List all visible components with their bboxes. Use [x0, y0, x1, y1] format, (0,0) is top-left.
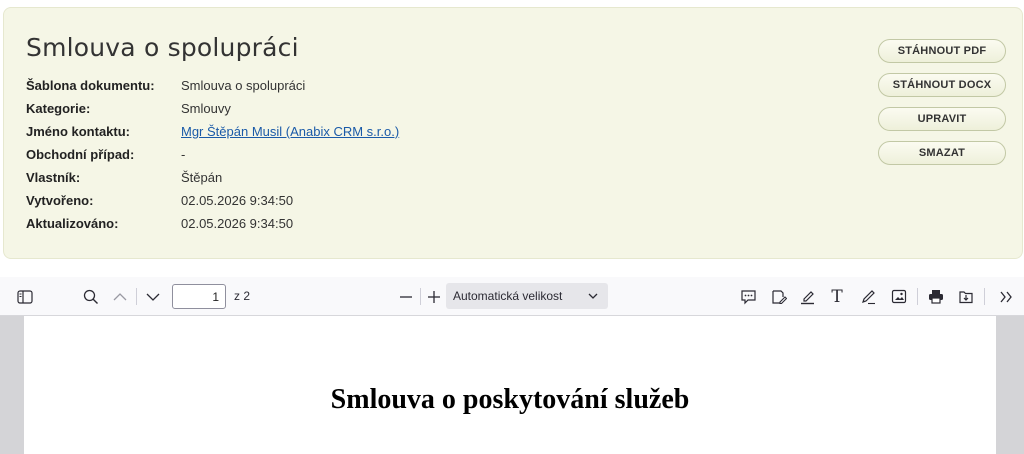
pdf-toolbar: z 2 Automatická velikost T	[0, 277, 1024, 316]
meta-label-owner: Vlastník:	[26, 170, 81, 185]
pdf-viewer: z 2 Automatická velikost T	[0, 277, 1024, 454]
meta-value-created: 02.05.2026 9:34:50	[181, 193, 294, 208]
meta-label-deal: Obchodní případ:	[26, 147, 135, 162]
toolbar-separator	[420, 288, 421, 305]
zoom-select-value: Automatická velikost	[453, 289, 563, 303]
search-icon[interactable]	[79, 277, 103, 316]
zoom-in-icon[interactable]	[424, 277, 444, 316]
signature-icon[interactable]	[767, 277, 789, 316]
toolbar-separator	[136, 288, 137, 305]
edit-button[interactable]: UPRAVIT	[878, 107, 1006, 131]
download-pdf-button[interactable]: STÁHNOUT PDF	[878, 39, 1006, 63]
toolbar-separator	[917, 288, 918, 305]
meta-value-template: Smlouva o spolupráci	[181, 78, 306, 93]
contact-link[interactable]: Mgr Štěpán Musil (Anabix CRM s.r.o.)	[181, 124, 399, 139]
chevron-down-icon[interactable]	[141, 277, 165, 316]
chevron-down-icon	[588, 283, 598, 309]
page-title: Smlouva o spolupráci	[26, 33, 299, 62]
meta-label-template: Šablona dokumentu:	[26, 78, 155, 93]
sidebar-toggle-icon[interactable]	[12, 277, 38, 316]
meta-label-contact: Jméno kontaktu:	[26, 124, 131, 139]
highlight-icon[interactable]	[796, 277, 818, 316]
save-icon[interactable]	[955, 277, 977, 316]
meta-label-created: Vytvořeno:	[26, 193, 94, 208]
comment-icon[interactable]	[737, 277, 759, 316]
draw-icon[interactable]	[857, 277, 879, 316]
delete-button[interactable]: SMAZAT	[878, 141, 1006, 165]
more-tools-icon[interactable]	[994, 277, 1018, 316]
document-actions: STÁHNOUT PDF STÁHNOUT DOCX UPRAVIT SMAZA…	[878, 39, 1006, 175]
document-detail-panel: Smlouva o spolupráci Šablona dokumentu: …	[3, 7, 1023, 259]
meta-value-category: Smlouvy	[181, 101, 231, 116]
meta-row-contact: Jméno kontaktu: Mgr Štěpán Musil (Anabix…	[26, 120, 546, 143]
toolbar-separator	[984, 288, 985, 305]
meta-row-owner: Vlastník: Štěpán	[26, 166, 546, 189]
page-number-input[interactable]	[172, 284, 226, 309]
zoom-select[interactable]: Automatická velikost	[446, 283, 608, 309]
meta-label-category: Kategorie:	[26, 101, 91, 116]
image-icon[interactable]	[888, 277, 910, 316]
page-total: z 2	[234, 289, 251, 303]
meta-row-updated: Aktualizováno: 02.05.2026 9:34:50	[26, 212, 546, 235]
pdf-page: Smlouva o poskytování služeb	[24, 316, 996, 454]
zoom-out-icon[interactable]	[394, 277, 418, 316]
print-icon[interactable]	[925, 277, 947, 316]
text-icon[interactable]: T	[826, 277, 848, 316]
chevron-up-icon[interactable]	[108, 277, 132, 316]
download-docx-button[interactable]: STÁHNOUT DOCX	[878, 73, 1006, 97]
meta-value-updated: 02.05.2026 9:34:50	[181, 216, 294, 231]
meta-row-created: Vytvořeno: 02.05.2026 9:34:50	[26, 189, 546, 212]
document-meta: Šablona dokumentu: Smlouva o spolupráci …	[26, 74, 546, 235]
meta-row-category: Kategorie: Smlouvy	[26, 97, 546, 120]
pdf-page-heading: Smlouva o poskytování služeb	[330, 384, 690, 415]
meta-row-template: Šablona dokumentu: Smlouva o spolupráci	[26, 74, 546, 97]
meta-label-updated: Aktualizováno:	[26, 216, 119, 231]
meta-value-owner: Štěpán	[181, 170, 223, 185]
meta-row-deal: Obchodní případ: -	[26, 143, 546, 166]
meta-value-deal: -	[181, 147, 186, 162]
